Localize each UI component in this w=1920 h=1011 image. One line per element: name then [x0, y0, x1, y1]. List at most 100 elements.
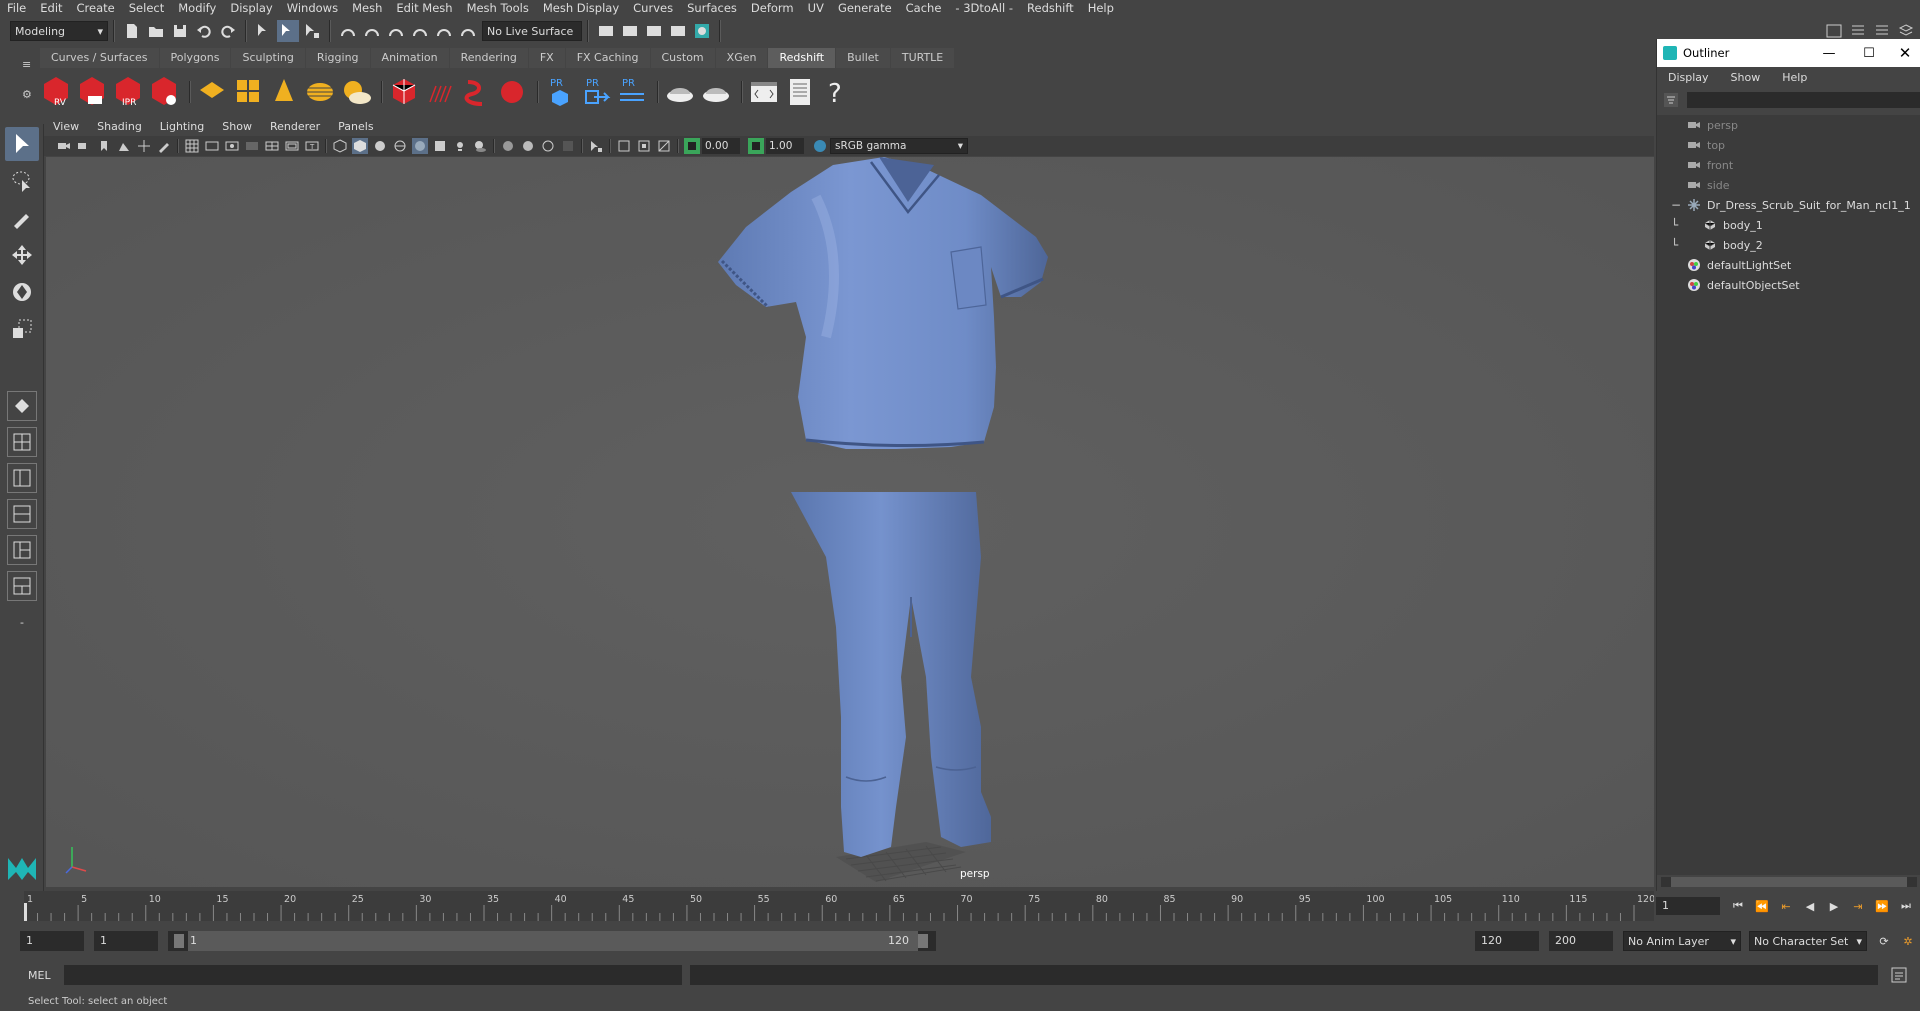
xray-joints-icon[interactable]: [616, 138, 632, 154]
select-camera-icon[interactable]: [56, 138, 72, 154]
maximize-icon[interactable]: ☐: [1849, 46, 1889, 61]
menu-edit[interactable]: Edit: [33, 0, 69, 16]
auto-key-icon[interactable]: ⟳: [1873, 930, 1895, 952]
character-set-dropdown[interactable]: No Character Set ▾: [1749, 931, 1867, 951]
use-default-material-icon[interactable]: [372, 138, 388, 154]
outliner-item-side[interactable]: side: [1657, 175, 1920, 195]
playback-end-field[interactable]: 120: [1475, 931, 1539, 951]
select-component-icon[interactable]: [301, 20, 323, 42]
minimize-icon[interactable]: —: [1809, 46, 1849, 61]
persp-outliner-layout-icon[interactable]: [7, 463, 37, 493]
menu-display[interactable]: Display: [223, 0, 279, 16]
rs-pr-export-icon[interactable]: PR: [580, 73, 612, 111]
snap-point-icon[interactable]: [385, 20, 407, 42]
render-frame-icon[interactable]: [595, 20, 617, 42]
image-plane-icon[interactable]: [116, 138, 132, 154]
menu-create[interactable]: Create: [70, 0, 122, 16]
outliner-menu-show[interactable]: Show: [1720, 68, 1772, 88]
animation-end-field[interactable]: 200: [1549, 931, 1613, 951]
menu-generate[interactable]: Generate: [831, 0, 899, 16]
rs-render-view-icon[interactable]: RV: [40, 73, 72, 111]
snap-grid-icon[interactable]: [337, 20, 359, 42]
go-to-start-icon[interactable]: ⏮: [1727, 895, 1749, 917]
shelf-tab-custom[interactable]: Custom: [650, 48, 715, 68]
menuset-dropdown[interactable]: Modeling ▾: [10, 21, 108, 41]
play-backwards-icon[interactable]: ◀: [1799, 895, 1821, 917]
shelf-tab-rigging[interactable]: Rigging: [305, 48, 370, 68]
viewport-menu-lighting[interactable]: Lighting: [151, 118, 213, 136]
time-slider[interactable]: 1 5 10 15 20 25 30 35 40 45 50 55 60 65 70 75 80 85 90 95 10…: [23, 891, 1655, 921]
undo-icon[interactable]: [193, 20, 215, 42]
grid-toggle-icon[interactable]: [184, 138, 200, 154]
live-surface-field[interactable]: No Live Surface: [482, 21, 582, 41]
viewport-menu-view[interactable]: View: [44, 118, 88, 136]
outliner-item-top[interactable]: top: [1657, 135, 1920, 155]
rs-volume-icon[interactable]: [460, 73, 492, 111]
menu-mesh-display[interactable]: Mesh Display: [536, 0, 626, 16]
step-forward-frame-icon[interactable]: ⇥: [1847, 895, 1869, 917]
menu-modify[interactable]: Modify: [171, 0, 223, 16]
single-perspective-layout-icon[interactable]: [7, 391, 37, 421]
redo-icon[interactable]: [217, 20, 239, 42]
backface-culling-icon[interactable]: [656, 138, 672, 154]
wireframe-on-shaded-icon[interactable]: [392, 138, 408, 154]
snap-curve-icon[interactable]: [361, 20, 383, 42]
rs-pr-object-icon[interactable]: PR: [544, 73, 576, 111]
use-all-lights-icon[interactable]: [452, 138, 468, 154]
rs-portal-light-icon[interactable]: [232, 73, 264, 111]
depth-of-field-icon[interactable]: [560, 138, 576, 154]
select-hierarchy-icon[interactable]: [253, 20, 275, 42]
snap-view-icon[interactable]: [409, 20, 431, 42]
shelf-tab-redshift[interactable]: Redshift: [768, 48, 836, 68]
shelf-tab-animation[interactable]: Animation: [370, 48, 449, 68]
shelf-settings-icon[interactable]: ⚙: [22, 88, 32, 101]
exposure-field[interactable]: 0.00: [702, 138, 740, 154]
rs-dome-light-icon[interactable]: [304, 73, 336, 111]
outliner-item-body-2[interactable]: └ body_2: [1657, 235, 1920, 255]
outliner-item-persp[interactable]: persp: [1657, 115, 1920, 135]
menu-cache[interactable]: Cache: [899, 0, 949, 16]
script-editor-icon[interactable]: [1888, 964, 1910, 986]
rs-proxy-icon[interactable]: [388, 73, 420, 111]
snap-surface-icon[interactable]: [433, 20, 455, 42]
menu-mesh[interactable]: Mesh: [345, 0, 389, 16]
menu-select[interactable]: Select: [122, 0, 171, 16]
playback-start-field[interactable]: 1: [94, 931, 158, 951]
persp-uv-layout-icon[interactable]: [7, 571, 37, 601]
exposure-icon[interactable]: [684, 138, 700, 154]
step-back-key-icon[interactable]: ⏪: [1751, 895, 1773, 917]
paint-select-tool-icon[interactable]: [5, 201, 39, 235]
perspective-viewport[interactable]: [46, 157, 1654, 887]
menu-mesh-tools[interactable]: Mesh Tools: [460, 0, 536, 16]
outliner-item-defaultobjectset[interactable]: defaultObjectSet: [1657, 275, 1920, 295]
menu-curves[interactable]: Curves: [626, 0, 680, 16]
current-time-indicator[interactable]: [23, 903, 27, 921]
rs-pr-import-icon[interactable]: PR: [616, 73, 648, 111]
menu-help[interactable]: Help: [1081, 0, 1121, 16]
lasso-tool-icon[interactable]: [5, 164, 39, 198]
shelf-tab-turtle[interactable]: TURTLE: [890, 48, 955, 68]
gate-mask-icon[interactable]: [244, 138, 260, 154]
safe-title-icon[interactable]: T: [304, 138, 320, 154]
animation-start-field[interactable]: 1: [20, 931, 84, 951]
live-surface-icon[interactable]: [457, 20, 479, 42]
outliner-menu-help[interactable]: Help: [1771, 68, 1818, 88]
viewport-menu-show[interactable]: Show: [213, 118, 261, 136]
field-chart-icon[interactable]: [264, 138, 280, 154]
shelf-tab-bullet[interactable]: Bullet: [836, 48, 890, 68]
outliner-menu-display[interactable]: Display: [1657, 68, 1720, 88]
range-slider[interactable]: 1 120: [168, 931, 936, 951]
rs-material-icon[interactable]: [664, 73, 696, 111]
film-gate-icon[interactable]: [204, 138, 220, 154]
outliner-item-body-1[interactable]: └ body_1: [1657, 215, 1920, 235]
outliner-item-dr-dress-scrub-suit-for-man-ncl1-1[interactable]: − Dr_Dress_Scrub_Suit_for_Man_ncl1_1: [1657, 195, 1920, 215]
menu-deform[interactable]: Deform: [744, 0, 801, 16]
safe-action-icon[interactable]: [284, 138, 300, 154]
shelf-tab-rendering[interactable]: Rendering: [449, 48, 528, 68]
outliner-hscrollbar[interactable]: [1661, 877, 1917, 887]
camera-attributes-icon[interactable]: [76, 138, 92, 154]
rs-sun-sky-icon[interactable]: [340, 73, 372, 111]
command-input[interactable]: [64, 965, 682, 985]
hypershade-icon[interactable]: [691, 20, 713, 42]
xray-icon[interactable]: [412, 138, 428, 154]
